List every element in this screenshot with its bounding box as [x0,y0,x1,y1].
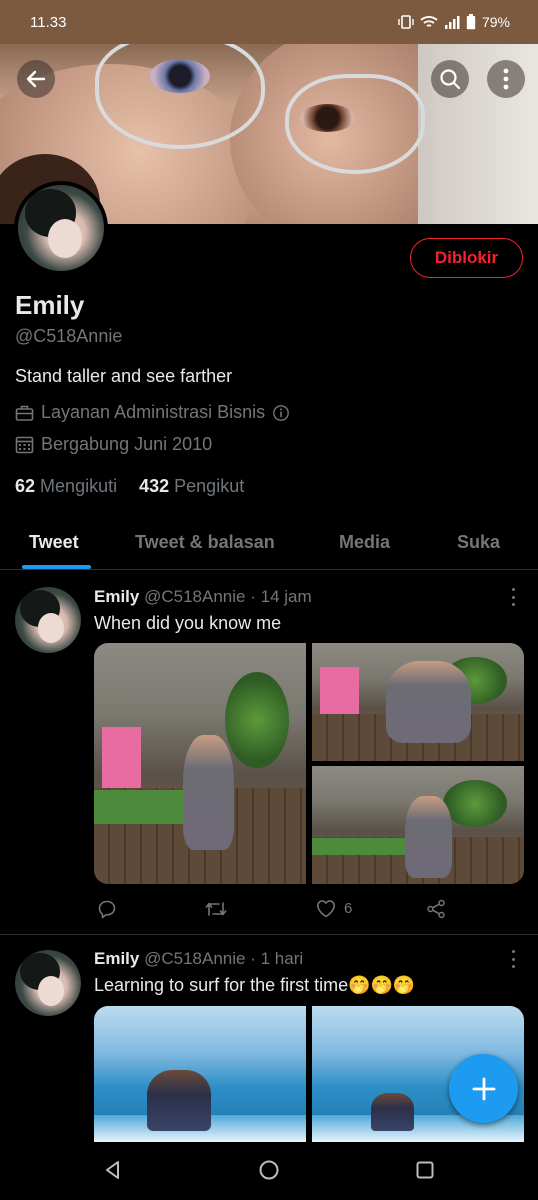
profile-bio: Stand taller and see farther [15,366,233,386]
compose-tweet-button[interactable] [449,1054,518,1123]
followers-count: 432 [139,476,170,496]
active-tab-indicator [22,565,91,569]
profile-tabs: Tweet Tweet & balasan Media Suka [0,520,538,570]
tweet-avatar[interactable] [15,950,81,1016]
more-options-button[interactable] [487,60,525,98]
tweet-more-icon[interactable] [506,588,520,606]
tweet-text: When did you know me [94,613,282,633]
plus-icon [472,1077,495,1100]
tweet-text: Learning to surf for the first time🤭🤭🤭 [94,975,416,995]
tweet-author-handle: @C518Annie [144,949,246,968]
tweet-photo[interactable] [94,643,306,884]
tweet-header: Emily @C518Annie · 1 hari [94,949,303,969]
tweet-author-name[interactable]: Emily [94,587,139,606]
category-label: Layanan Administrasi Bisnis [41,402,266,422]
tweet-more-icon[interactable] [506,950,520,968]
like-icon [317,900,335,918]
like-button[interactable]: 6 [316,899,352,918]
following-link[interactable]: 62 Mengikuti [15,476,117,497]
profile-category: Layanan Administrasi Bisnis [15,402,290,423]
followers-label: Pengikut [174,476,245,496]
followers-link[interactable]: 432 Pengikut [139,476,244,497]
nav-home-button[interactable] [258,1159,280,1186]
battery-icon [466,14,476,30]
tweet-separator: · [250,587,256,606]
back-arrow-icon [26,70,46,88]
share-button[interactable] [426,899,446,919]
signal-icon [444,16,460,29]
status-bar: 11.33 79% [0,0,538,44]
battery-level: 79% [481,14,510,30]
retweet-icon [205,902,227,916]
reply-button[interactable] [97,899,117,919]
nav-home-icon [259,1160,279,1180]
tab-tweets[interactable]: Tweet [29,532,79,553]
tweet-photo[interactable] [94,1006,306,1142]
tweet-actions: 6 [94,899,524,923]
status-icons: 79% [398,14,510,30]
nav-recents-button[interactable] [414,1159,436,1186]
tweet-author-handle: @C518Annie [144,587,246,606]
retweet-button[interactable] [204,899,228,919]
wifi-icon [420,16,438,27]
tweet-author-name[interactable]: Emily [94,949,139,968]
briefcase-icon [15,405,34,421]
reply-icon [98,900,116,919]
system-navigation-bar [0,1142,538,1200]
tweet-media-grid [94,643,524,884]
share-icon [427,899,445,919]
status-time: 11.33 [30,13,67,31]
follow-stats: 62 Mengikuti 432 Pengikut [15,476,244,497]
tweet-separator: · [250,949,256,968]
tweet-time: 1 hari [260,949,304,968]
profile-name: Emily [15,290,85,320]
following-label: Mengikuti [40,476,118,496]
profile-avatar[interactable] [14,181,108,275]
search-button[interactable] [431,60,469,98]
tweet-header: Emily @C518Annie · 14 jam [94,587,312,607]
blocked-button[interactable]: Diblokir [410,238,523,278]
search-icon [440,69,461,90]
info-icon[interactable] [272,404,290,422]
back-button[interactable] [17,60,55,98]
nav-recents-icon [416,1161,434,1179]
tweet-avatar[interactable] [15,587,81,653]
calendar-icon [15,436,34,454]
profile-joined: Bergabung Juni 2010 [15,434,212,455]
tweet-photo[interactable] [312,766,524,884]
tweet-time: 14 jam [260,587,312,606]
vibrate-icon [398,15,414,29]
tweet[interactable]: Emily @C518Annie · 14 jam When did you k… [0,571,538,934]
nav-back-icon [106,1161,119,1179]
profile-handle: @C518Annie [15,326,123,346]
tab-likes[interactable]: Suka [457,532,500,553]
tweet-photo[interactable] [312,643,524,761]
tab-media[interactable]: Media [339,532,390,553]
following-count: 62 [15,476,36,496]
more-vertical-icon [503,68,509,90]
tab-tweets-replies[interactable]: Tweet & balasan [135,532,275,553]
like-count: 6 [344,900,353,917]
joined-label: Bergabung Juni 2010 [41,434,213,454]
nav-back-button[interactable] [102,1159,124,1186]
